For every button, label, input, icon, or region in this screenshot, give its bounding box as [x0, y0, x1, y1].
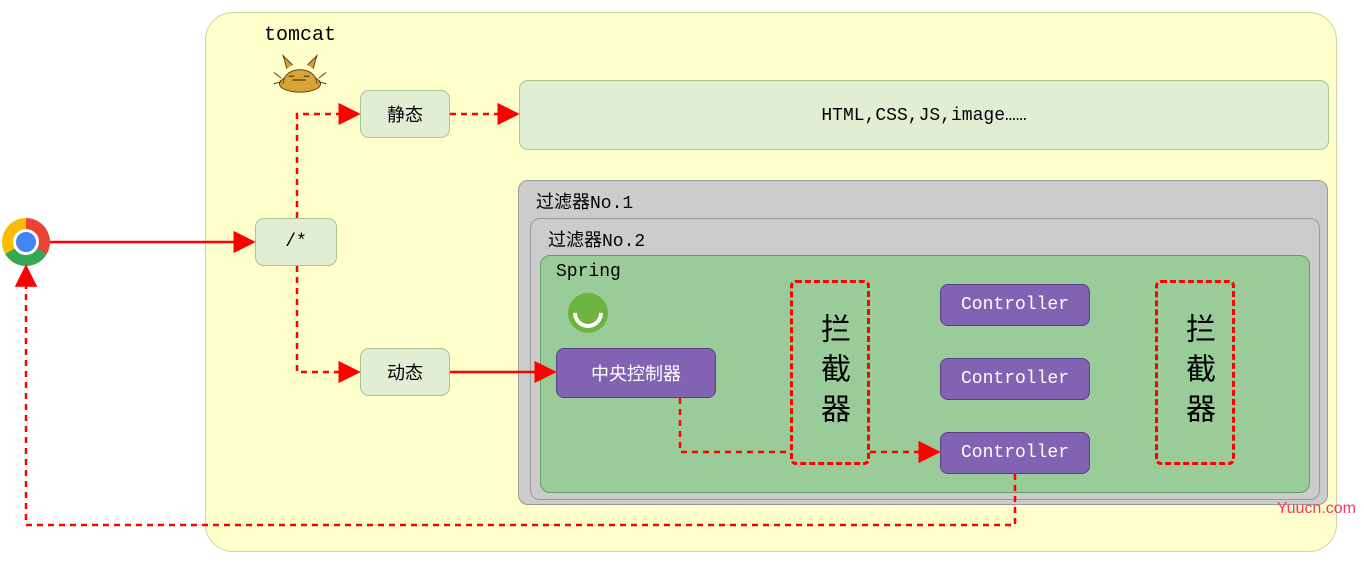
- dynamic-label: 动态: [387, 359, 423, 385]
- spring-label: Spring: [556, 262, 621, 282]
- spring-icon: [568, 293, 608, 333]
- static-box: 静态: [360, 90, 450, 138]
- tomcat-icon: [270, 50, 330, 95]
- static-result-box: HTML,CSS,JS,image……: [519, 80, 1329, 150]
- chrome-icon: [2, 218, 50, 266]
- pattern-box: /*: [255, 218, 337, 266]
- filter2-label: 过滤器No.2: [548, 226, 645, 252]
- filter1-label: 过滤器No.1: [536, 188, 633, 214]
- watermark: Yuucn.com: [1277, 500, 1356, 518]
- interceptor-1-label: 拦截器: [808, 313, 852, 433]
- controller-1-label: Controller: [961, 295, 1069, 315]
- dynamic-box: 动态: [360, 348, 450, 396]
- tomcat-label: tomcat: [264, 24, 336, 47]
- controller-3-label: Controller: [961, 443, 1069, 463]
- controller-box-2: Controller: [940, 358, 1090, 400]
- pattern-label: /*: [285, 232, 307, 252]
- controller-box-3: Controller: [940, 432, 1090, 474]
- diagram-canvas: tomcat /* 静态 动态 HTML,CSS,JS,image…… 过滤器N…: [0, 0, 1364, 562]
- controller-box-1: Controller: [940, 284, 1090, 326]
- static-result-text: HTML,CSS,JS,image……: [821, 106, 1026, 126]
- interceptor-box-2: 拦截器: [1155, 280, 1235, 465]
- central-controller-box: 中央控制器: [556, 348, 716, 398]
- central-controller-label: 中央控制器: [591, 360, 681, 386]
- interceptor-box-1: 拦截器: [790, 280, 870, 465]
- static-label: 静态: [387, 101, 423, 127]
- interceptor-2-label: 拦截器: [1173, 313, 1217, 433]
- controller-2-label: Controller: [961, 369, 1069, 389]
